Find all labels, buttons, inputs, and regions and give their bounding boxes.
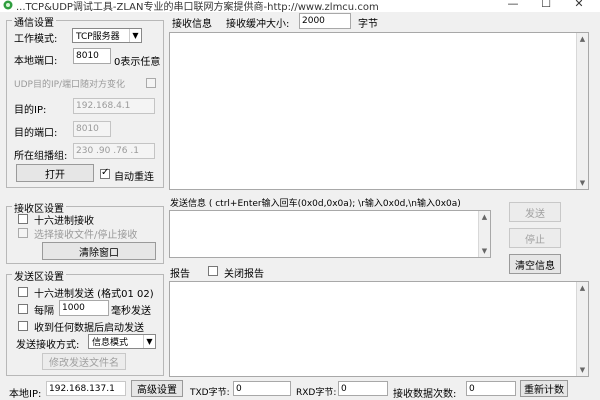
rxd-label: RXD字节: [296,388,337,398]
udp-change-checkbox[interactable] [146,78,156,88]
send-method-label: 发送接收方式: [16,340,80,351]
scroll-down-icon[interactable]: ▼ [479,245,490,257]
open-button[interactable]: 打开 [16,164,94,182]
chevron-down-icon: ▼ [143,335,155,348]
scroll-up-icon[interactable]: ▲ [577,33,588,45]
send-textarea[interactable] [169,210,491,258]
send-method-value: 信息模式 [92,338,129,348]
auto-send-checkbox[interactable] [18,321,28,331]
hex-recv-checkbox[interactable] [18,214,28,224]
dest-ip-input[interactable]: 192.168.4.1 [73,98,155,114]
stop-button[interactable]: 停止 [509,228,561,248]
app-icon [2,0,14,10]
recv-textarea[interactable] [169,32,589,190]
scroll-up-icon[interactable]: ▲ [577,282,588,294]
buffer-size-label: 接收缓冲大小: [226,19,290,30]
auto-send-label: 收到任何数据后启动发送 [34,323,144,334]
multicast-label: 所在组播组: [14,151,68,162]
recv-count-label: 接收数据次数: [393,389,457,400]
udp-change-label: UDP目的IP/端口随对方变化 [14,80,126,90]
txd-value: 0 [233,381,291,396]
dest-port-label: 目的端口: [14,128,58,139]
txd-label: TXD字节: [190,388,230,398]
hex-send-checkbox[interactable] [18,287,28,297]
advanced-settings-button[interactable]: 高级设置 [131,380,183,397]
comm-settings-title: 通信设置 [12,14,56,29]
recv-count-value: 0 [466,381,516,396]
report-scrollbar[interactable]: ▲ ▼ [576,282,588,376]
work-mode-select[interactable]: TCP服务器 ▼ [72,28,142,43]
local-ip-label: 本地IP: [9,389,42,400]
recv-file-checkbox[interactable] [18,228,28,238]
multicast-input[interactable]: 230 .90 .76 .1 [73,143,155,159]
auto-reconnect-label: 自动重连 [114,172,154,183]
recv-info-label: 接收信息 [172,19,212,30]
window-title: ...TCP&UDP调试工具-ZLAN专业的串口联网方案提供商-http://w… [16,2,379,13]
any-port-note: 0表示任意 [114,57,161,68]
work-mode-label: 工作模式: [14,34,58,45]
close-report-label: 关闭报告 [224,269,264,280]
send-scrollbar[interactable]: ▲ ▼ [478,211,490,257]
interval-input[interactable]: 1000 [59,300,109,316]
rename-send-file-button[interactable]: 修改发送文件名 [42,353,126,370]
buffer-unit-label: 字节 [358,19,378,30]
buffer-size-input[interactable]: 2000 [299,13,351,29]
report-label: 报告 [170,269,190,280]
ms-send-label: 毫秒发送 [111,306,151,317]
auto-reconnect-checkbox[interactable] [100,167,110,179]
local-port-label: 本地端口: [14,56,58,67]
report-textarea[interactable] [169,281,589,377]
clear-info-button[interactable]: 清空信息 [509,254,561,274]
close-report-checkbox[interactable] [208,266,218,276]
local-port-input[interactable]: 8010 [73,48,111,64]
dest-ip-label: 目的IP: [14,105,47,116]
minimize-button[interactable]: — [502,0,524,11]
maximize-button[interactable]: ☐ [535,0,557,11]
reset-count-button[interactable]: 重新计数 [520,380,568,397]
clear-window-button[interactable]: 清除窗口 [42,242,156,260]
send-info-label: 发送信息 ( ctrl+Enter输入回车(0x0d,0x0a); \r输入0x… [170,199,461,209]
close-button[interactable]: ✕ [568,0,590,11]
hex-recv-label: 十六进制接收 [34,216,94,227]
send-method-select[interactable]: 信息模式 ▼ [88,334,156,349]
every-label: 每隔 [34,306,54,317]
chevron-down-icon: ▼ [129,29,141,42]
send-button[interactable]: 发送 [509,202,561,222]
recv-scrollbar[interactable]: ▲ ▼ [576,33,588,189]
periodic-send-checkbox[interactable] [18,304,28,314]
scroll-down-icon[interactable]: ▼ [577,364,588,376]
send-settings-title: 发送区设置 [12,268,66,283]
work-mode-value: TCP服务器 [76,32,120,42]
dest-port-input[interactable]: 8010 [73,121,111,137]
recv-file-label: 选择接收文件/停止接收 [34,230,138,241]
rxd-value: 0 [338,381,388,396]
scroll-up-icon[interactable]: ▲ [479,211,490,223]
scroll-down-icon[interactable]: ▼ [577,177,588,189]
hex-send-label: 十六进制发送 (格式01 02) [34,289,154,300]
local-ip-value: 192.168.137.1 [46,381,126,396]
